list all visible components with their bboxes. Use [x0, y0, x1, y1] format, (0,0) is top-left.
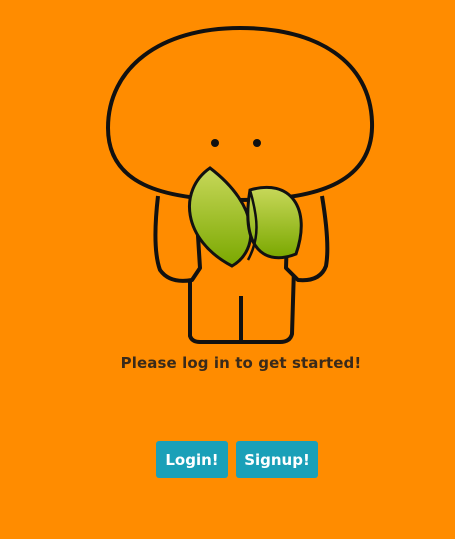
login-prompt-text: Please log in to get started!: [120, 354, 362, 372]
leaf-mascot-icon: [105, 25, 375, 344]
login-button[interactable]: Login!: [156, 441, 228, 478]
signup-button[interactable]: Signup!: [236, 441, 318, 478]
mascot-illustration: [100, 18, 380, 348]
